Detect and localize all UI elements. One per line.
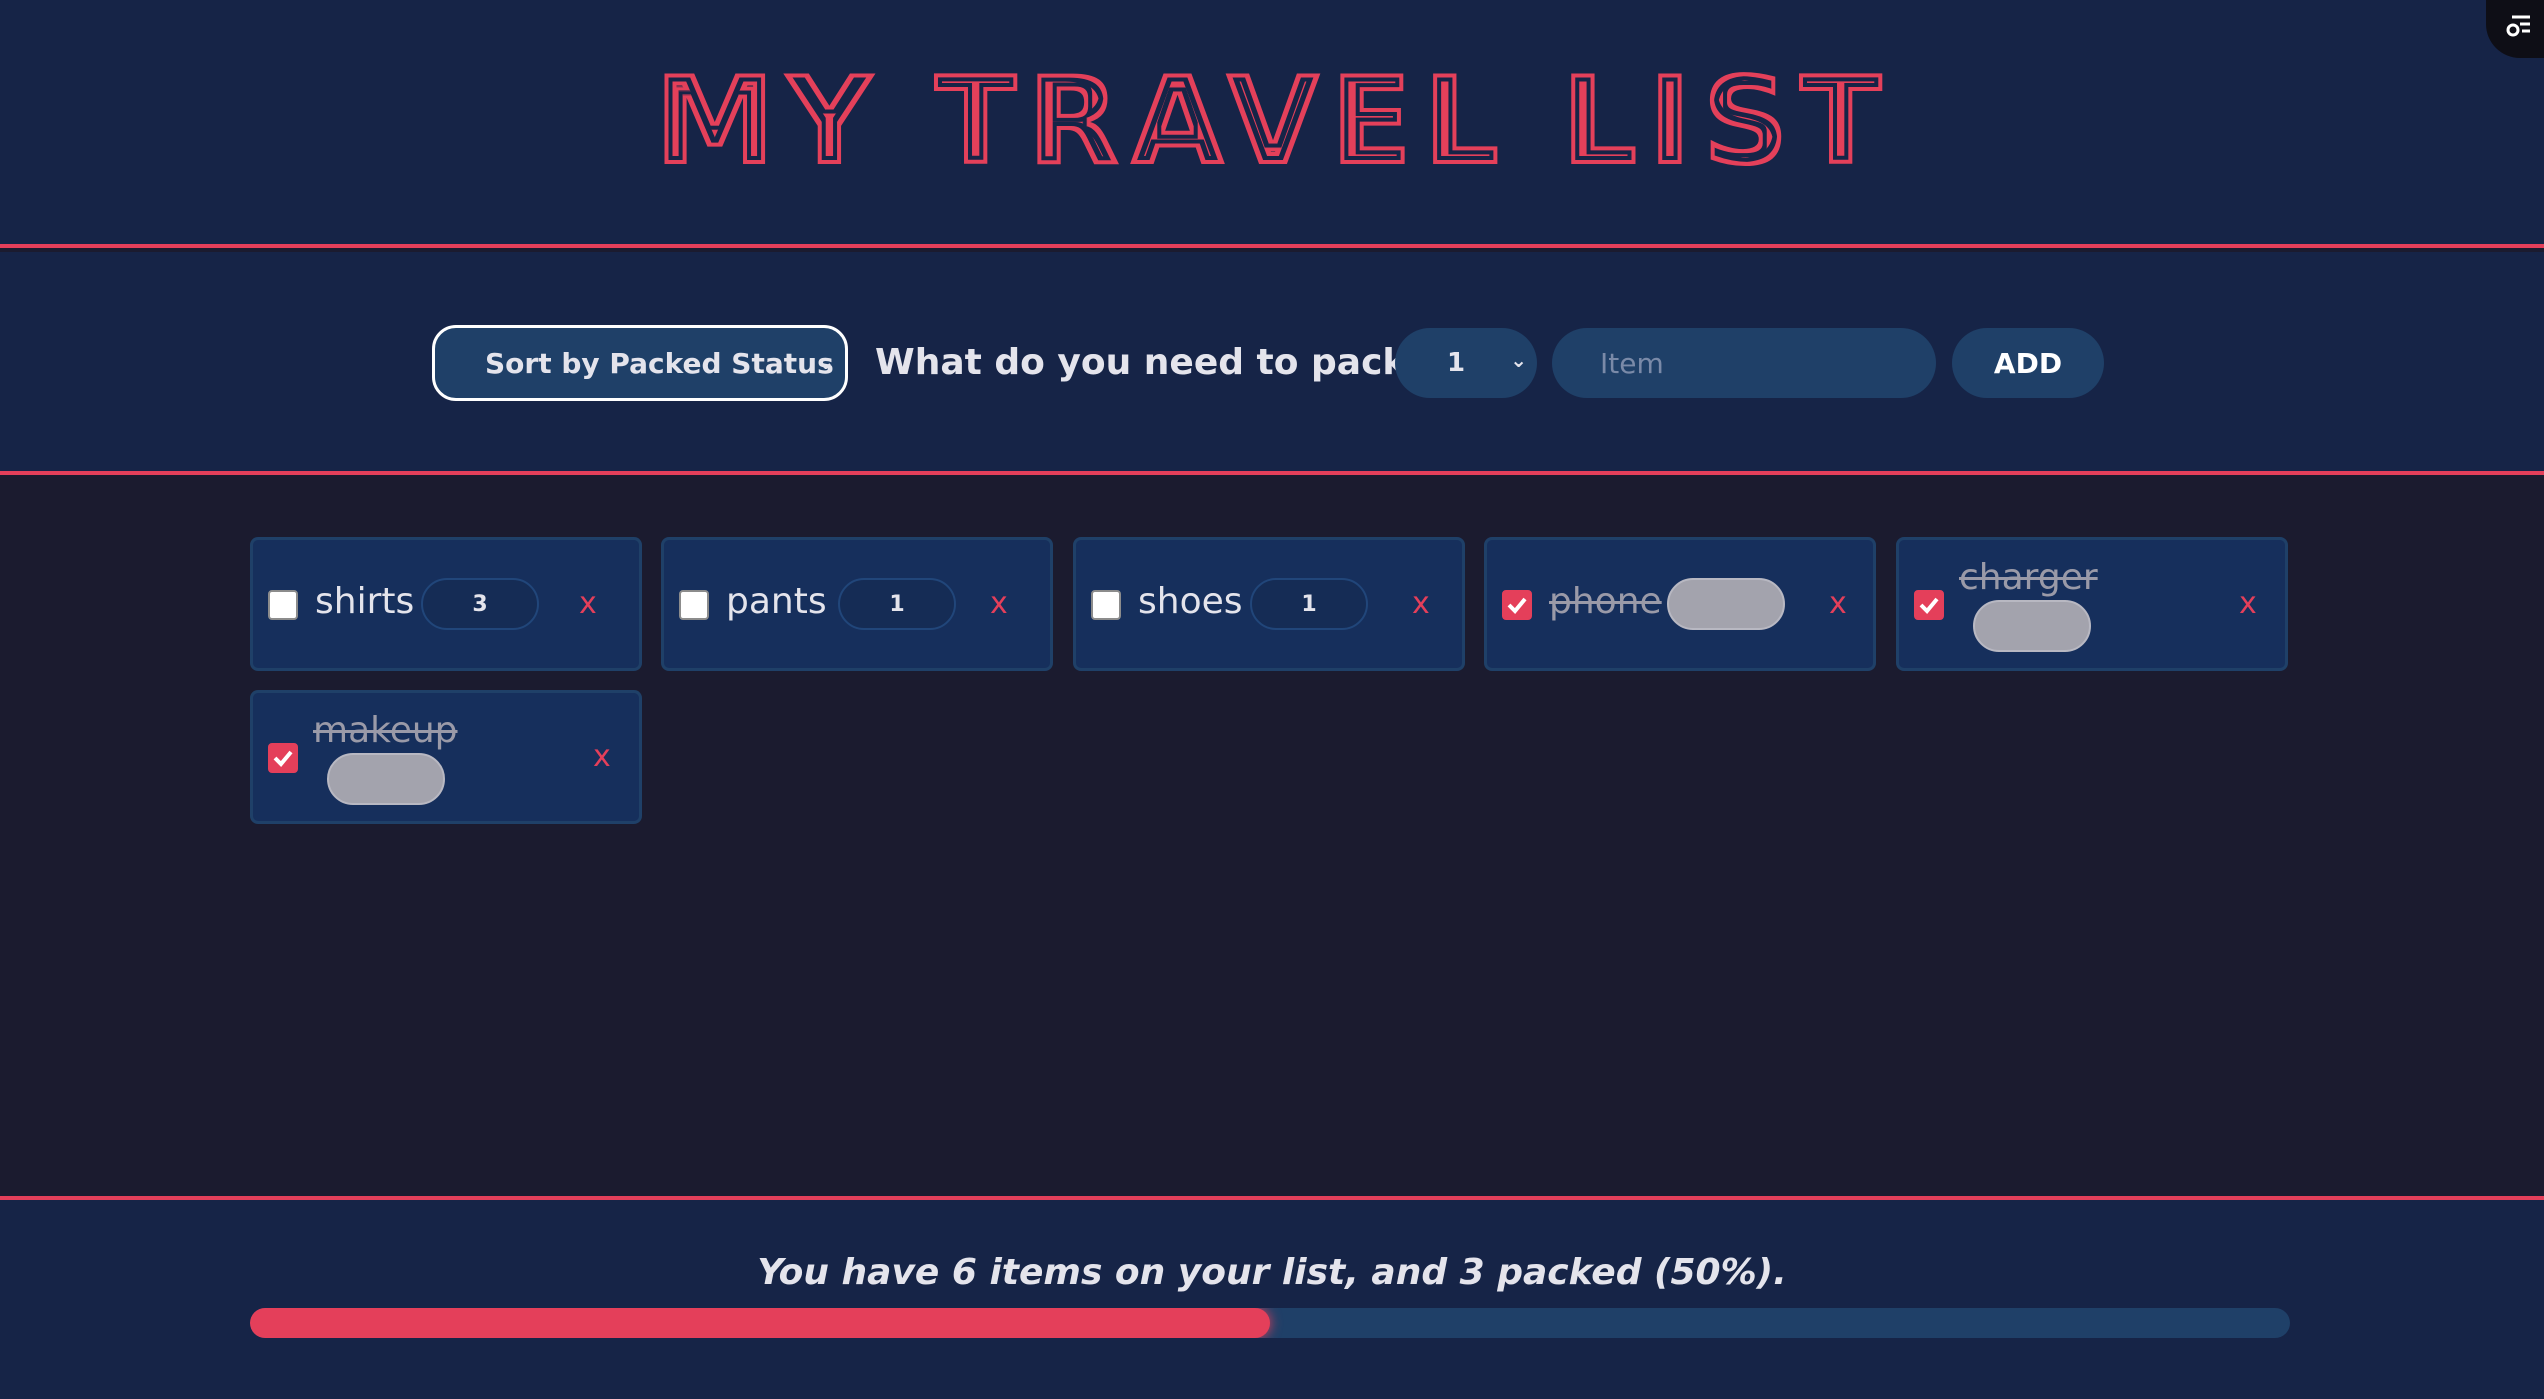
packed-checkbox[interactable] <box>268 590 298 620</box>
packed-checkbox[interactable] <box>1091 590 1121 620</box>
settings-toggle-button[interactable] <box>2486 0 2544 58</box>
delete-button[interactable]: x <box>990 589 1008 619</box>
item-name: makeup <box>313 710 458 751</box>
delete-button[interactable]: x <box>579 589 597 619</box>
quantity-select-value: 1 <box>1447 348 1466 378</box>
check-icon <box>273 750 293 767</box>
check-icon <box>1919 597 1939 614</box>
list-item: makeup x <box>250 690 642 824</box>
quantity-select[interactable]: 1 ⌄ <box>1395 328 1537 398</box>
list-item: charger x <box>1896 537 2288 671</box>
packed-checkbox[interactable] <box>679 590 709 620</box>
stats-footer: You have 6 items on your list, and 3 pac… <box>0 1196 2544 1399</box>
item-quantity-input[interactable] <box>327 753 445 805</box>
sort-select[interactable]: Sort by Packed Status ⌄ <box>432 325 848 401</box>
item-quantity-input[interactable]: 1 <box>838 578 956 630</box>
add-item-form: Sort by Packed Status ⌄ What do you need… <box>0 252 2544 475</box>
packed-checkbox[interactable] <box>268 743 298 773</box>
item-name: shirts <box>315 581 415 622</box>
item-quantity-input[interactable]: 1 <box>1250 578 1368 630</box>
list-item: shoes 1 x <box>1073 537 1465 671</box>
item-input[interactable] <box>1552 328 1936 398</box>
form-prompt: What do you need to pack? <box>875 342 1428 383</box>
packed-checkbox[interactable] <box>1502 590 1532 620</box>
item-name: shoes <box>1138 581 1243 622</box>
packed-checkbox[interactable] <box>1914 590 1944 620</box>
packing-list: shirts 3 x pants 1 x shoes 1 x phone x c… <box>0 479 2544 1196</box>
progress-bar <box>250 1308 2290 1338</box>
item-quantity-input[interactable] <box>1667 578 1785 630</box>
title-container: MY TRAVEL LIST <box>0 52 2544 182</box>
page-title: MY TRAVEL LIST <box>653 52 1891 182</box>
delete-button[interactable]: x <box>1829 589 1847 619</box>
delete-button[interactable]: x <box>1412 589 1430 619</box>
settings-toggle-icon <box>2506 15 2530 37</box>
item-name: phone <box>1549 581 1662 622</box>
list-item: pants 1 x <box>661 537 1053 671</box>
list-item: phone x <box>1484 537 1876 671</box>
chevron-down-icon: ⌄ <box>816 350 835 375</box>
delete-button[interactable]: x <box>593 742 611 772</box>
item-quantity-input[interactable]: 3 <box>421 578 539 630</box>
chevron-down-icon: ⌄ <box>1510 348 1527 372</box>
svg-text:MY TRAVEL LIST: MY TRAVEL LIST <box>653 52 1891 182</box>
check-icon <box>1507 597 1527 614</box>
add-button[interactable]: ADD <box>1952 328 2104 398</box>
item-quantity-input[interactable] <box>1973 600 2091 652</box>
progress-bar-fill <box>250 1308 1270 1338</box>
stats-text: You have 6 items on your list, and 3 pac… <box>757 1252 1787 1293</box>
sort-select-label: Sort by Packed Status <box>485 346 834 380</box>
delete-button[interactable]: x <box>2239 589 2257 619</box>
item-name: charger <box>1959 557 2098 598</box>
list-item: shirts 3 x <box>250 537 642 671</box>
app-header: MY TRAVEL LIST <box>0 0 2544 248</box>
item-name: pants <box>726 581 827 622</box>
